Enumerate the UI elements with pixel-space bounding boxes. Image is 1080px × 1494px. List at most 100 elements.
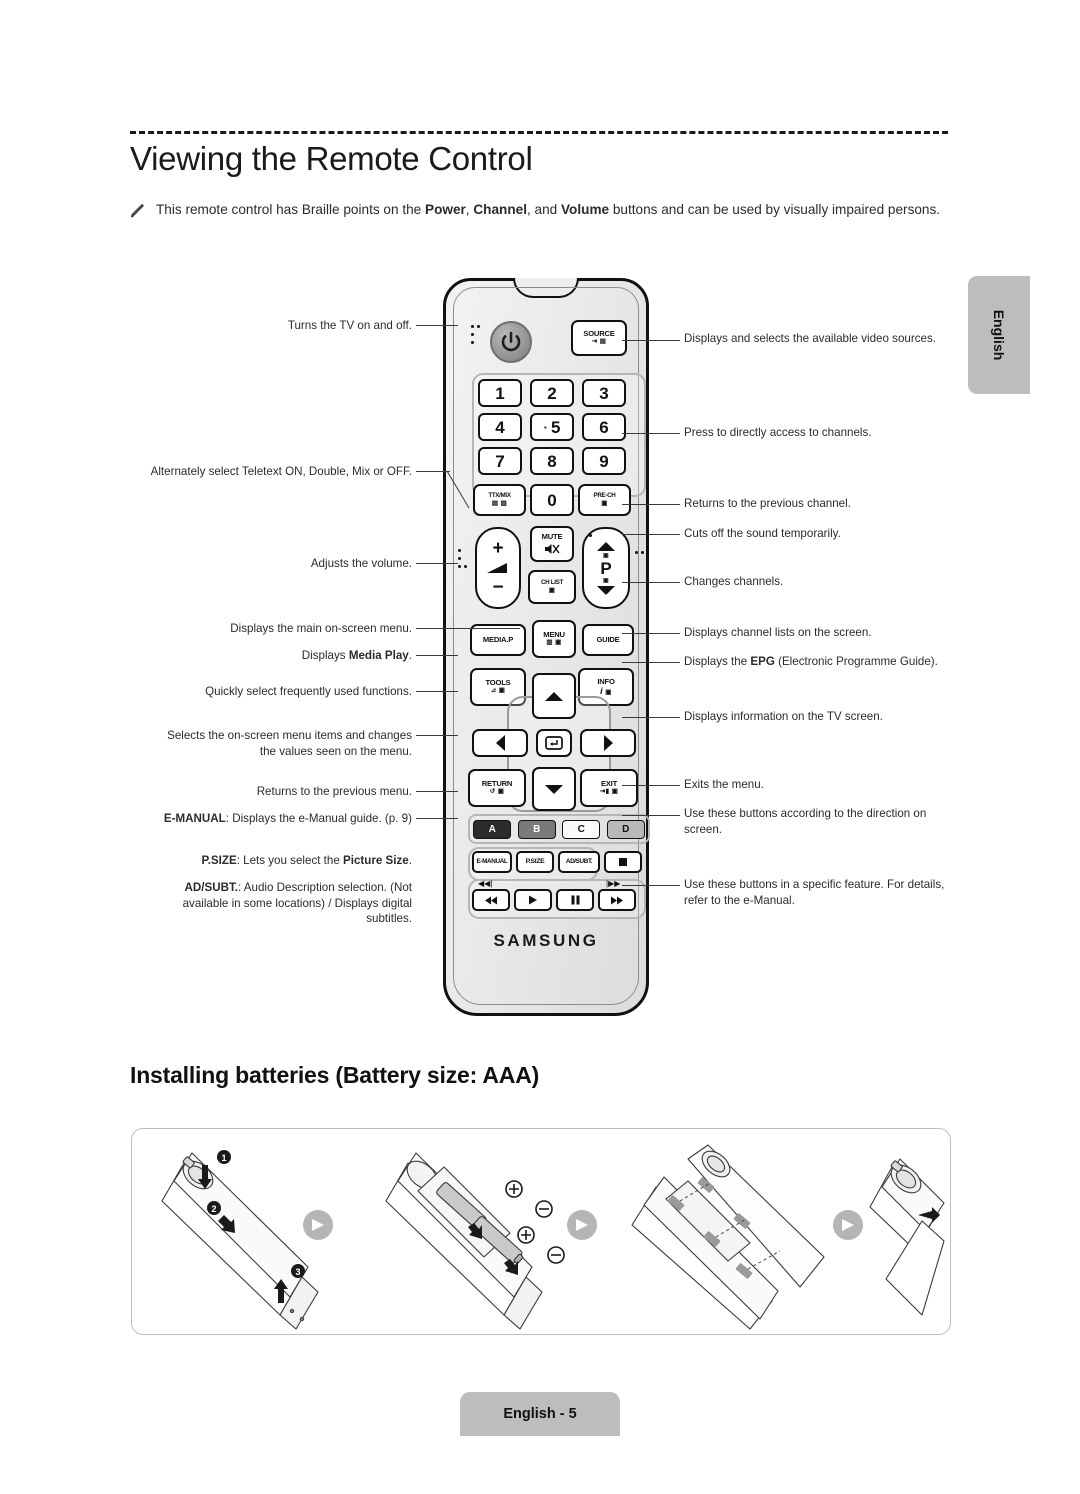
- number-6-button[interactable]: 6: [582, 413, 626, 441]
- ch-list-button[interactable]: CH LIST ▣: [528, 570, 576, 604]
- down-button[interactable]: [532, 767, 576, 811]
- number-1-button[interactable]: 1: [478, 379, 522, 407]
- fast-forward-button[interactable]: [598, 889, 636, 911]
- number-0-button[interactable]: 0: [530, 484, 574, 516]
- enter-button[interactable]: [536, 729, 572, 757]
- color-button-b[interactable]: B: [517, 819, 556, 839]
- samsung-logo: SAMSUNG: [493, 931, 599, 950]
- braille-dots-channel: [635, 551, 647, 559]
- color-button-d[interactable]: D: [606, 819, 645, 839]
- return-button[interactable]: RETURN ↺ ▣: [468, 769, 526, 807]
- color-button-c[interactable]: C: [562, 819, 601, 839]
- annotation-arrows: Selects the on-screen menu items and cha…: [167, 729, 412, 758]
- leader-guide: [622, 662, 680, 663]
- ad-subt-button[interactable]: AD/SUBT.: [558, 851, 600, 873]
- footer-page-label: English - 5: [503, 1406, 577, 1422]
- up-button[interactable]: [532, 673, 576, 719]
- color-button-a[interactable]: A: [473, 819, 512, 839]
- number-3-button[interactable]: 3: [582, 379, 626, 407]
- footer-page-tab: English - 5: [460, 1392, 620, 1436]
- color-c-label: C: [577, 823, 585, 835]
- number-8-button[interactable]: 8: [530, 447, 574, 475]
- svg-text:3: 3: [295, 1267, 300, 1277]
- step-arrow-3: [833, 1210, 863, 1240]
- number-3-label: 3: [599, 383, 609, 403]
- menu-button[interactable]: MENU ▥ ▣: [532, 620, 576, 658]
- braille-note: This remote control has Braille points o…: [130, 200, 950, 219]
- annotation-colors: Use these buttons according to the direc…: [684, 807, 927, 836]
- leader-channel: [622, 582, 680, 583]
- play-button[interactable]: [514, 889, 552, 911]
- color-d-label: D: [622, 823, 630, 835]
- stop-button[interactable]: [604, 851, 642, 873]
- volume-button[interactable]: + −: [475, 527, 521, 609]
- leader-power: [416, 325, 458, 326]
- tools-label: TOOLS: [485, 678, 511, 688]
- source-button[interactable]: SOURCE ⇥ ▤: [571, 320, 627, 356]
- annotation-menu: Displays the main on-screen menu.: [230, 622, 412, 635]
- braille-dots-power: [471, 325, 483, 351]
- minus-icon: −: [492, 577, 504, 598]
- annotation-ttxmix: Alternately select Teletext ON, Double, …: [150, 465, 412, 478]
- channel-button[interactable]: ▣ P ▣: [582, 527, 630, 609]
- annotation-volume: Adjusts the volume.: [310, 557, 412, 570]
- leader-emanual: [416, 818, 458, 819]
- channel-up-glyph: ▣: [603, 552, 609, 559]
- left-button[interactable]: [472, 729, 528, 757]
- chevron-up-icon: [545, 691, 563, 701]
- info-label: INFO: [597, 676, 615, 686]
- battery-step-1: [161, 1152, 319, 1330]
- rewind-icon: [485, 896, 497, 904]
- right-button[interactable]: [580, 729, 636, 757]
- chevron-left-icon: [495, 735, 505, 751]
- pre-ch-label: PRE-CH: [593, 491, 616, 499]
- guide-button[interactable]: GUIDE: [582, 624, 634, 656]
- svg-text:2: 2: [211, 1204, 216, 1214]
- e-manual-button[interactable]: E-MANUAL: [472, 851, 512, 873]
- pause-button[interactable]: [556, 889, 594, 911]
- mute-button[interactable]: MUTE: [530, 526, 574, 562]
- number-4-button[interactable]: 4: [478, 413, 522, 441]
- page-title: Viewing the Remote Control: [130, 140, 533, 177]
- media-p-label: MEDIA.P: [482, 635, 514, 645]
- channel-dot: [589, 534, 592, 537]
- leader-tools: [416, 691, 458, 692]
- annotation-guide: Displays the EPG (Electronic Programme G…: [684, 655, 938, 668]
- number-9-button[interactable]: 9: [582, 447, 626, 475]
- color-a-label: A: [488, 823, 496, 835]
- annotation-mediap: Displays Media Play.: [301, 649, 412, 662]
- annotation-adsubt: AD/SUBT.: Audio Description selection. (…: [182, 881, 412, 926]
- leader-chlist: [622, 633, 680, 634]
- color-buttons-group: A B C D: [468, 814, 650, 844]
- annotation-channel: Changes channels.: [684, 575, 784, 588]
- previous-track-icon: ◀◀|: [478, 879, 493, 888]
- rewind-button[interactable]: [472, 889, 510, 911]
- power-button[interactable]: [490, 321, 532, 363]
- pre-ch-glyph: ▣: [601, 499, 608, 507]
- leader-menu: [416, 628, 520, 629]
- annotation-chlist: Displays channel lists on the screen.: [684, 626, 872, 639]
- stop-icon: [619, 858, 627, 866]
- pre-ch-button[interactable]: PRE-CH ▣: [578, 484, 631, 516]
- ttx-mix-button[interactable]: TTX/MIX ▤ ▨: [473, 484, 526, 516]
- pause-icon: [571, 895, 579, 905]
- step-arrow-2: [567, 1210, 597, 1240]
- p-size-button[interactable]: P.SIZE: [516, 851, 554, 873]
- annotation-numbers: Press to directly access to channels.: [684, 426, 872, 439]
- leader-precch: [622, 504, 680, 505]
- number-7-button[interactable]: 7: [478, 447, 522, 475]
- exit-button[interactable]: EXIT ⇥▮ ▣: [580, 769, 638, 807]
- manual-page: Viewing the Remote Control This remote c…: [0, 0, 1080, 1494]
- number-2-label: 2: [547, 383, 557, 403]
- side-language-tab: English: [968, 276, 1030, 394]
- source-label: SOURCE: [583, 329, 615, 339]
- number-5-button[interactable]: · 5: [530, 413, 574, 441]
- leader-arrows: [416, 735, 458, 736]
- leader-ttxmix-diagonal: [447, 470, 470, 509]
- battery-step-2: [385, 1152, 543, 1330]
- pencil-note-icon: [130, 203, 146, 219]
- step-arrow-1: [303, 1210, 333, 1240]
- number-2-button[interactable]: 2: [530, 379, 574, 407]
- return-label: RETURN: [481, 779, 513, 789]
- number-1-label: 1: [495, 383, 505, 403]
